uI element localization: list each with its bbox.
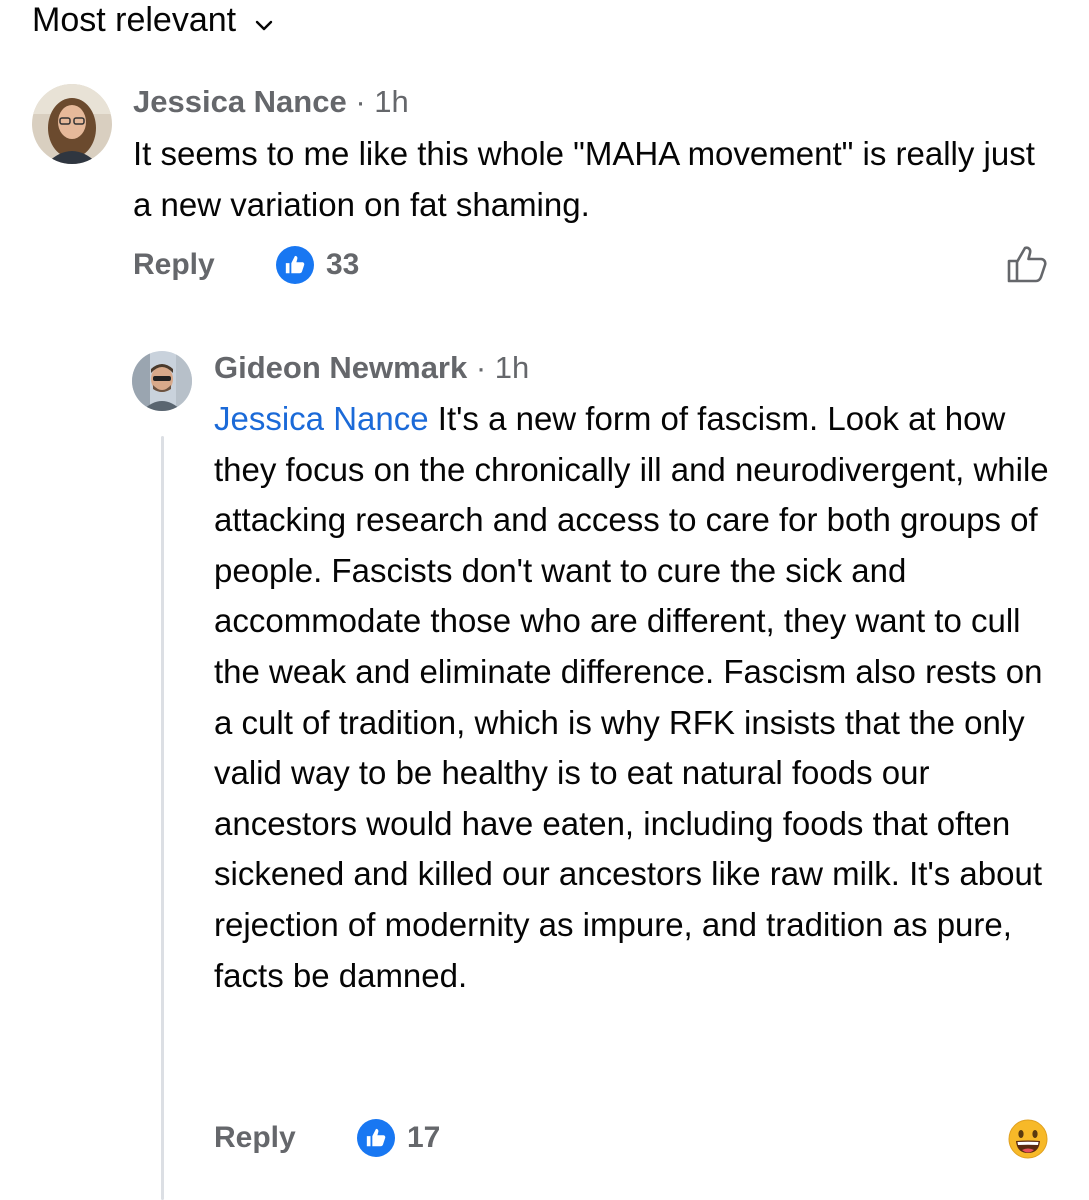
avatar[interactable] [32,84,112,164]
reaction-summary[interactable]: 17 [357,1119,440,1157]
comment-author: Jessica Nance · 1h [133,84,409,120]
author-name[interactable]: Jessica Nance [133,84,347,119]
mention-link[interactable]: Jessica Nance [214,400,429,437]
thumbs-up-icon [357,1119,395,1157]
author-name[interactable]: Gideon Newmark [214,350,467,385]
reaction-summary[interactable]: 33 [276,246,359,284]
chevron-down-icon [254,3,274,42]
comment-text: Jessica Nance It's a new form of fascism… [214,394,1064,1001]
reply-button[interactable]: Reply [214,1121,296,1155]
comment-text: It seems to me like this whole "MAHA mov… [133,135,1035,223]
thread-line [161,436,164,1200]
thumbs-up-outline-icon [1006,246,1048,288]
like-button[interactable] [1006,244,1048,289]
grinning-emoji-icon [1007,1119,1049,1164]
like-count: 33 [326,248,360,281]
reply-button[interactable]: Reply [133,248,215,282]
comment-time[interactable]: · 1h [467,350,529,385]
sort-dropdown[interactable]: Most relevant [32,0,274,40]
comment-author: Gideon Newmark · 1h [214,350,529,386]
sort-label: Most relevant [32,0,237,39]
like-count: 17 [407,1121,441,1154]
thumbs-up-icon [276,246,314,284]
comment-body: It's a new form of fascism. Look at how … [214,400,1049,994]
reaction-button[interactable] [1007,1118,1049,1165]
avatar[interactable] [132,351,192,411]
comment-time[interactable]: · 1h [347,84,408,119]
